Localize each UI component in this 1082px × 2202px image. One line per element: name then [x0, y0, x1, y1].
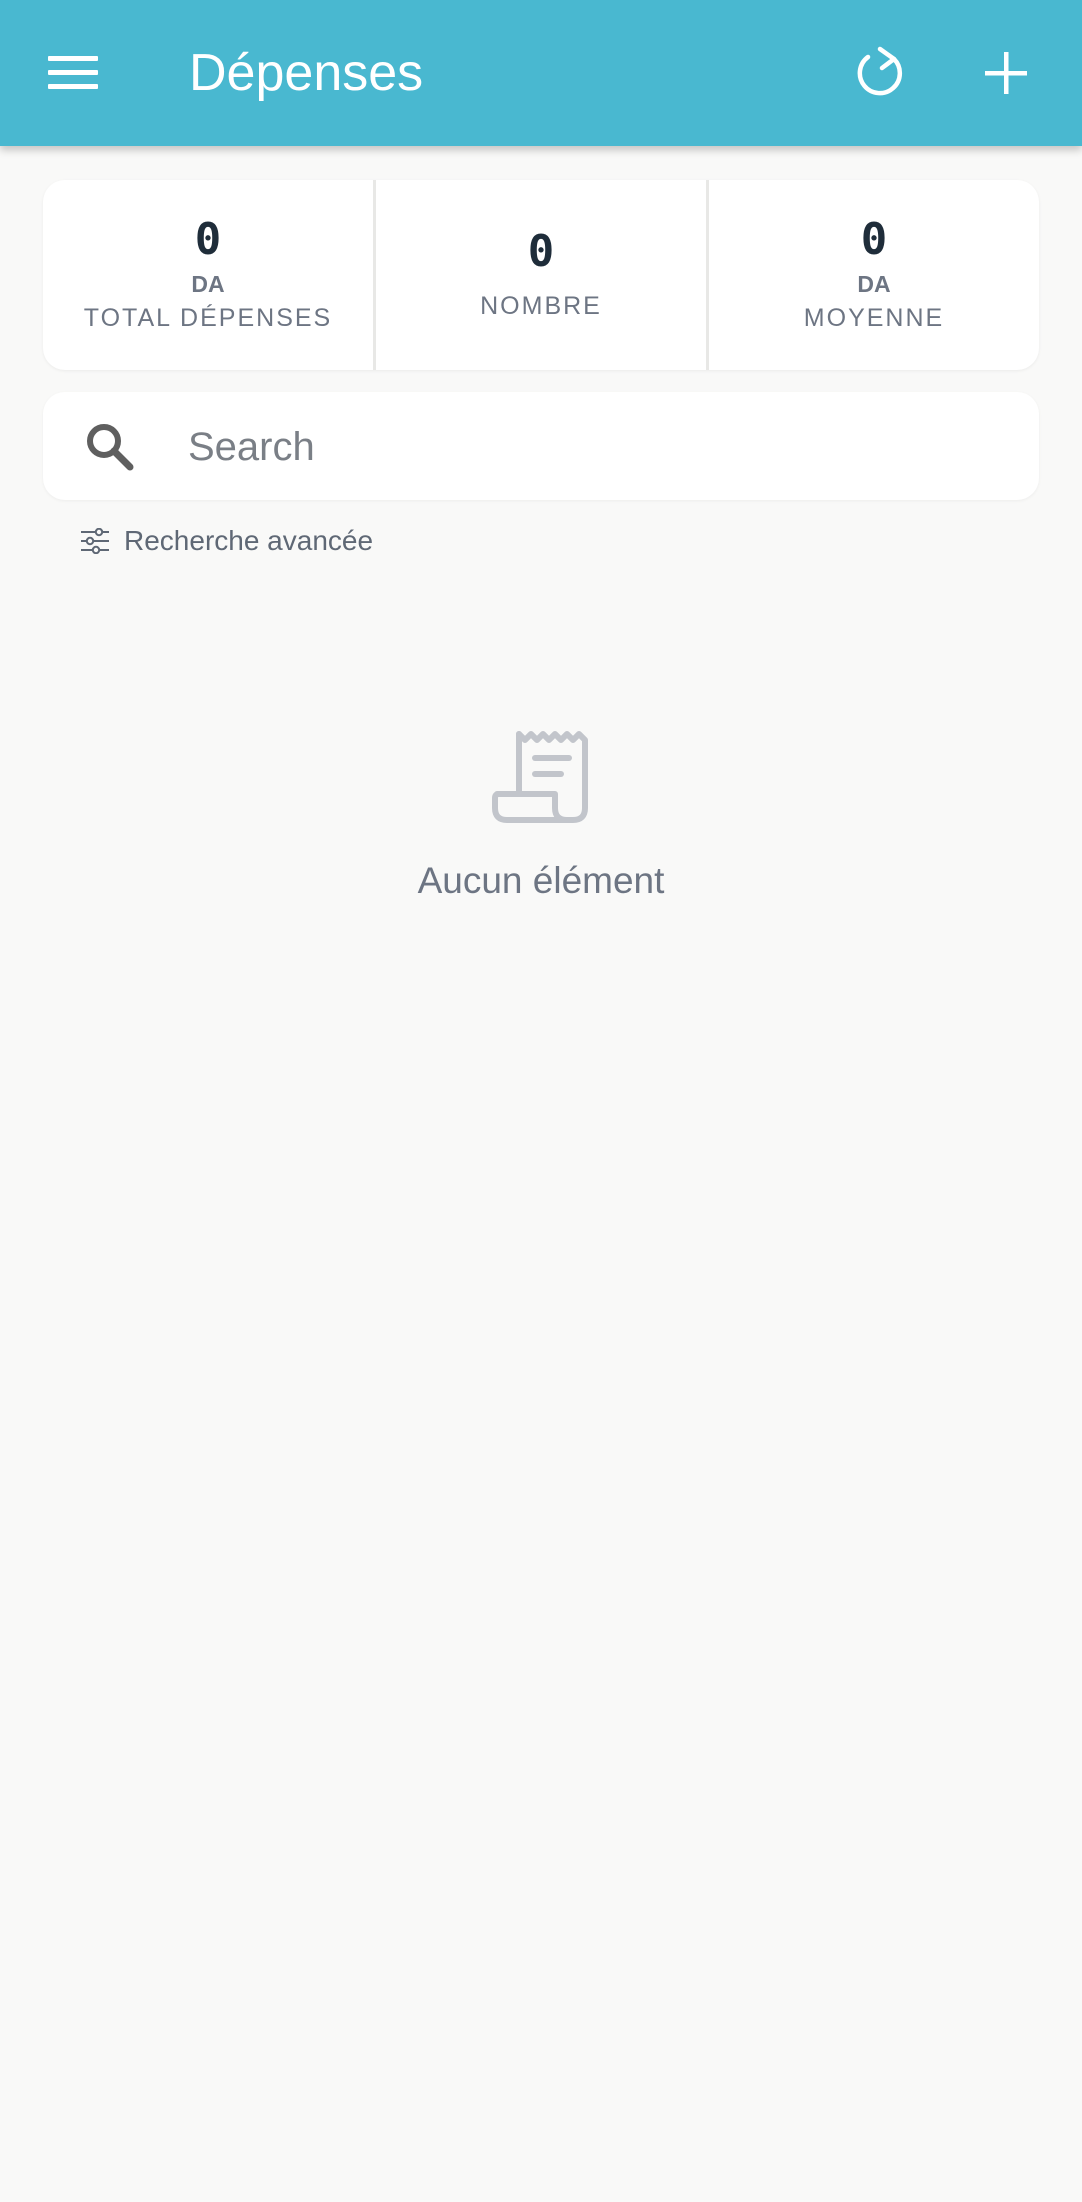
stat-count: 0 NOMBRE: [373, 180, 706, 370]
stat-value: 0: [860, 214, 888, 265]
refresh-icon: [857, 46, 903, 96]
search-input[interactable]: [186, 416, 1010, 478]
advanced-search-link[interactable]: Recherche avancée: [80, 520, 373, 562]
add-icon: [985, 52, 1027, 94]
receipt-icon: [492, 731, 588, 823]
stat-label: TOTAL DÉPENSES: [83, 304, 333, 332]
empty-message: Aucun élément: [417, 860, 665, 901]
stat-value: 0: [527, 226, 555, 277]
stat-total-expenses: 0 DA TOTAL DÉPENSES: [43, 180, 373, 370]
menu-button[interactable]: [34, 38, 114, 108]
app-bar: Dépenses: [0, 0, 1082, 146]
stat-unit: DA: [857, 271, 891, 297]
add-button[interactable]: [966, 38, 1046, 108]
menu-icon: [48, 56, 98, 89]
search-bar: [43, 392, 1039, 500]
refresh-button[interactable]: [841, 38, 921, 108]
stats-card: 0 DA TOTAL DÉPENSES 0 NOMBRE 0 DA MOYENN…: [43, 180, 1039, 370]
advanced-search-label: Recherche avancée: [124, 525, 374, 556]
search-icon: [87, 424, 134, 471]
page-title: Dépenses: [189, 44, 424, 102]
stat-unit: DA: [191, 271, 225, 297]
sliders-icon: [81, 528, 109, 554]
stat-value: 0: [194, 214, 222, 265]
empty-state: Aucun élément: [0, 728, 1082, 902]
stat-label: MOYENNE: [803, 304, 945, 332]
stat-label: NOMBRE: [480, 292, 602, 320]
stat-average: 0 DA MOYENNE: [706, 180, 1039, 370]
